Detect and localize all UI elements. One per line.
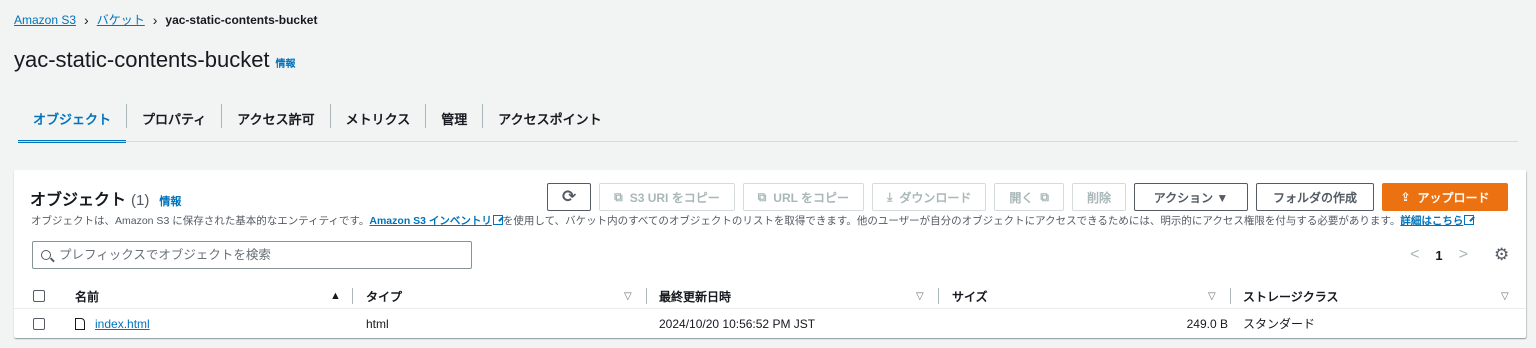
learn-more-link[interactable]: 詳細はこちら — [1400, 215, 1463, 227]
external-link-icon — [1464, 215, 1475, 225]
open-button[interactable]: 開く ⧉ — [994, 183, 1064, 211]
row-checkbox[interactable] — [33, 317, 45, 330]
objects-toolbar: ⟳ ⧉ S3 URI をコピー ⧉ URL をコピー ⤓ ダウンロード 開く ⧉… — [547, 183, 1508, 211]
object-type: html — [366, 316, 389, 331]
download-icon: ⤓ — [887, 189, 893, 204]
sort-icon[interactable]: ▽ — [1208, 291, 1216, 302]
column-type[interactable]: タイプ — [366, 288, 402, 305]
tab-permissions[interactable]: アクセス許可 — [222, 101, 329, 143]
objects-header: オブジェクト (1) 情報 — [30, 186, 181, 210]
objects-description: オブジェクトは、Amazon S3 に保存された基本的なエンティティです。Ama… — [31, 213, 1475, 228]
sort-icon[interactable]: ▽ — [916, 291, 924, 302]
create-folder-label: フォルダの作成 — [1272, 190, 1357, 205]
object-size: 249.0 B — [1186, 316, 1228, 331]
tab-bar: オブジェクト プロパティ アクセス許可 メトリクス 管理 アクセスポイント — [18, 101, 617, 143]
column-divider — [938, 288, 939, 304]
copy-s3-uri-label: S3 URI をコピー — [629, 190, 720, 205]
objects-count: (1) — [131, 192, 150, 209]
copy-s3-uri-button[interactable]: ⧉ S3 URI をコピー — [599, 183, 735, 211]
breadcrumb-current: yac-static-contents-bucket — [165, 12, 318, 27]
description-text: オブジェクトは、Amazon S3 に保存された基本的なエンティティです。 — [31, 215, 370, 227]
upload-button[interactable]: ⇪ アップロード — [1382, 183, 1508, 211]
sort-ascending-icon[interactable]: ▲ — [330, 290, 341, 302]
copy-url-label: URL をコピー — [773, 190, 850, 205]
column-divider — [1230, 288, 1231, 304]
info-link[interactable]: 情報 — [276, 55, 296, 70]
table-header: 名前 ▲ タイプ ▽ 最終更新日時 ▽ サイズ ▽ ストレージクラス ▽ — [14, 284, 1526, 309]
open-label: 開く — [1009, 190, 1034, 205]
download-button[interactable]: ⤓ ダウンロード — [872, 183, 987, 211]
sort-icon[interactable]: ▽ — [1501, 291, 1509, 302]
object-name-cell: index.html — [75, 317, 150, 331]
column-last-modified[interactable]: 最終更新日時 — [659, 288, 731, 305]
page-header: yac-static-contents-bucket 情報 — [14, 47, 296, 73]
object-link[interactable]: index.html — [95, 317, 150, 331]
pagination: < 1 > — [1410, 246, 1468, 264]
copy-icon: ⧉ — [614, 189, 623, 204]
breadcrumb-amazon-s3[interactable]: Amazon S3 — [14, 13, 76, 27]
pagination-prev[interactable]: < — [1410, 246, 1419, 264]
file-icon — [75, 317, 85, 330]
gear-icon[interactable]: ⚙ — [1494, 246, 1510, 263]
objects-panel: オブジェクト (1) 情報 ⟳ ⧉ S3 URI をコピー ⧉ URL をコピー… — [14, 170, 1526, 338]
table-row: index.html html 2024/10/20 10:56:52 PM J… — [14, 311, 1526, 336]
search-icon — [41, 250, 51, 260]
upload-label: アップロード — [1417, 190, 1490, 205]
objects-info-link[interactable]: 情報 — [159, 193, 181, 209]
external-link-icon — [492, 215, 503, 225]
delete-button[interactable]: 削除 — [1071, 183, 1126, 211]
objects-title: オブジェクト — [30, 192, 127, 209]
column-divider — [646, 288, 647, 304]
upload-icon: ⇪ — [1400, 190, 1411, 204]
actions-dropdown[interactable]: アクション ▼ — [1134, 183, 1248, 211]
tab-properties[interactable]: プロパティ — [127, 101, 221, 143]
sort-icon[interactable]: ▽ — [624, 291, 632, 302]
tab-objects[interactable]: オブジェクト — [18, 101, 127, 143]
column-size[interactable]: サイズ — [952, 288, 988, 305]
description-text: を使用して、バケット内のすべてのオブジェクトのリストを取得できます。他のユーザー… — [502, 215, 1401, 227]
inventory-link[interactable]: Amazon S3 インベントリ — [369, 215, 492, 227]
column-divider — [352, 288, 353, 304]
object-storage-class: スタンダード — [1243, 317, 1316, 331]
breadcrumb: Amazon S3 › バケット › yac-static-contents-b… — [14, 11, 317, 28]
tabs-underline — [18, 141, 1518, 142]
copy-icon: ⧉ — [757, 189, 767, 204]
actions-label: アクション ▼ — [1153, 190, 1229, 205]
copy-url-button[interactable]: ⧉ URL をコピー — [742, 183, 865, 211]
search-input[interactable] — [59, 248, 471, 262]
select-all-checkbox[interactable] — [33, 290, 45, 302]
search-box — [32, 241, 472, 269]
tab-metrics[interactable]: メトリクス — [331, 101, 426, 143]
tab-management[interactable]: 管理 — [426, 101, 482, 143]
download-label: ダウンロード — [899, 190, 972, 205]
refresh-button[interactable]: ⟳ — [547, 183, 592, 211]
column-name[interactable]: 名前 — [75, 288, 99, 305]
pagination-current-page[interactable]: 1 — [1435, 248, 1442, 263]
object-last-modified: 2024/10/20 10:56:52 PM JST — [659, 316, 816, 331]
column-storage-class[interactable]: ストレージクラス — [1243, 288, 1339, 305]
external-link-icon: ⧉ — [1040, 189, 1049, 204]
chevron-right-icon: › — [84, 11, 89, 28]
breadcrumb-buckets[interactable]: バケット — [97, 11, 145, 28]
pagination-next[interactable]: > — [1459, 246, 1468, 264]
tab-access-points[interactable]: アクセスポイント — [483, 101, 616, 143]
delete-label: 削除 — [1086, 190, 1111, 205]
page-title: yac-static-contents-bucket — [14, 47, 270, 72]
create-folder-button[interactable]: フォルダの作成 — [1256, 183, 1374, 211]
chevron-right-icon: › — [152, 11, 158, 28]
refresh-icon: ⟳ — [561, 187, 577, 206]
